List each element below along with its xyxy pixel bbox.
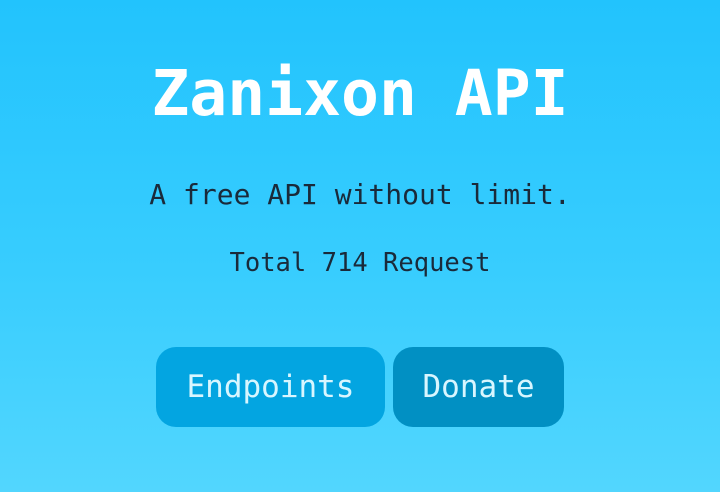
page-title: Zanixon API <box>151 57 569 130</box>
subtitle: A free API without limit. <box>149 178 571 211</box>
endpoints-button[interactable]: Endpoints <box>156 347 385 427</box>
donate-button[interactable]: Donate <box>393 347 564 427</box>
total-requests: Total 714 Request <box>229 248 491 278</box>
